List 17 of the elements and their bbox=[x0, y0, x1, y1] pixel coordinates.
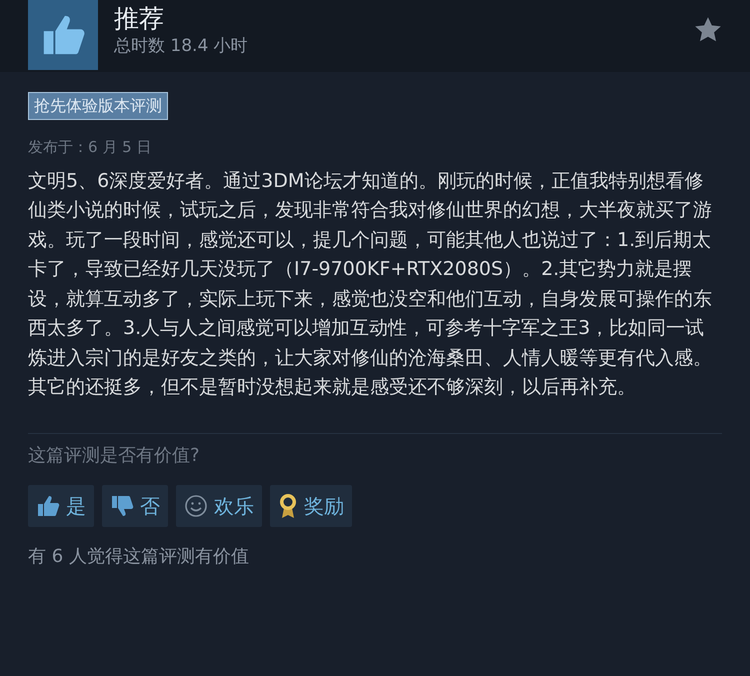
award-button[interactable]: 奖励 bbox=[270, 484, 352, 526]
yes-button[interactable]: 是 bbox=[28, 484, 94, 526]
helpful-question: 这篇评测是否有价值? bbox=[28, 444, 201, 468]
star-icon[interactable] bbox=[694, 16, 722, 43]
early-access-tag: 抢先体验版本评测 bbox=[28, 92, 168, 120]
thumbs-up-icon bbox=[28, 0, 98, 70]
posted-date: 发布于：6 月 5 日 bbox=[28, 137, 152, 158]
no-button[interactable]: 否 bbox=[102, 484, 168, 526]
funny-button[interactable]: 欢乐 bbox=[176, 484, 262, 526]
helpful-count: 有 6 人觉得这篇评测有价值 bbox=[28, 544, 250, 568]
thumbs-up-icon bbox=[36, 494, 60, 516]
smiley-icon bbox=[184, 494, 208, 518]
playtime-text: 总时数 18.4 小时 bbox=[114, 35, 249, 58]
review-text: 文明5、6深度爱好者。通过3DM论坛才知道的。刚玩的时候，正值我特别想看修仙类小说的时候，试玩之后，发现非常符合我对修仙世界的幻想，大半夜就买了游戏。玩了一段时间，感觉还可以，提几个问题，可能其他人也说过了：1.到后期太卡了，导致已经好几天没玩了（I7-9700KF+RTX2080S）。2.其它势力就是摆设，就算互动多了，实际上玩下来，感觉也没空和他们互动，自身发展可操作的东西太多了。3.人与人之间感觉可以增加互动性，可参考十字军之王3，比如同一试炼进入宗门的是好友之类的，让大家对修仙的沧海桑田、人情人暖等更有代入感。其它的还挺多，但不是暂时没想起来就是感受还不够深刻，以后再补充。 bbox=[28, 168, 713, 400]
thumbs-down-icon bbox=[110, 494, 134, 516]
award-icon bbox=[278, 492, 298, 518]
verdict-title: 推荐 bbox=[114, 4, 165, 34]
